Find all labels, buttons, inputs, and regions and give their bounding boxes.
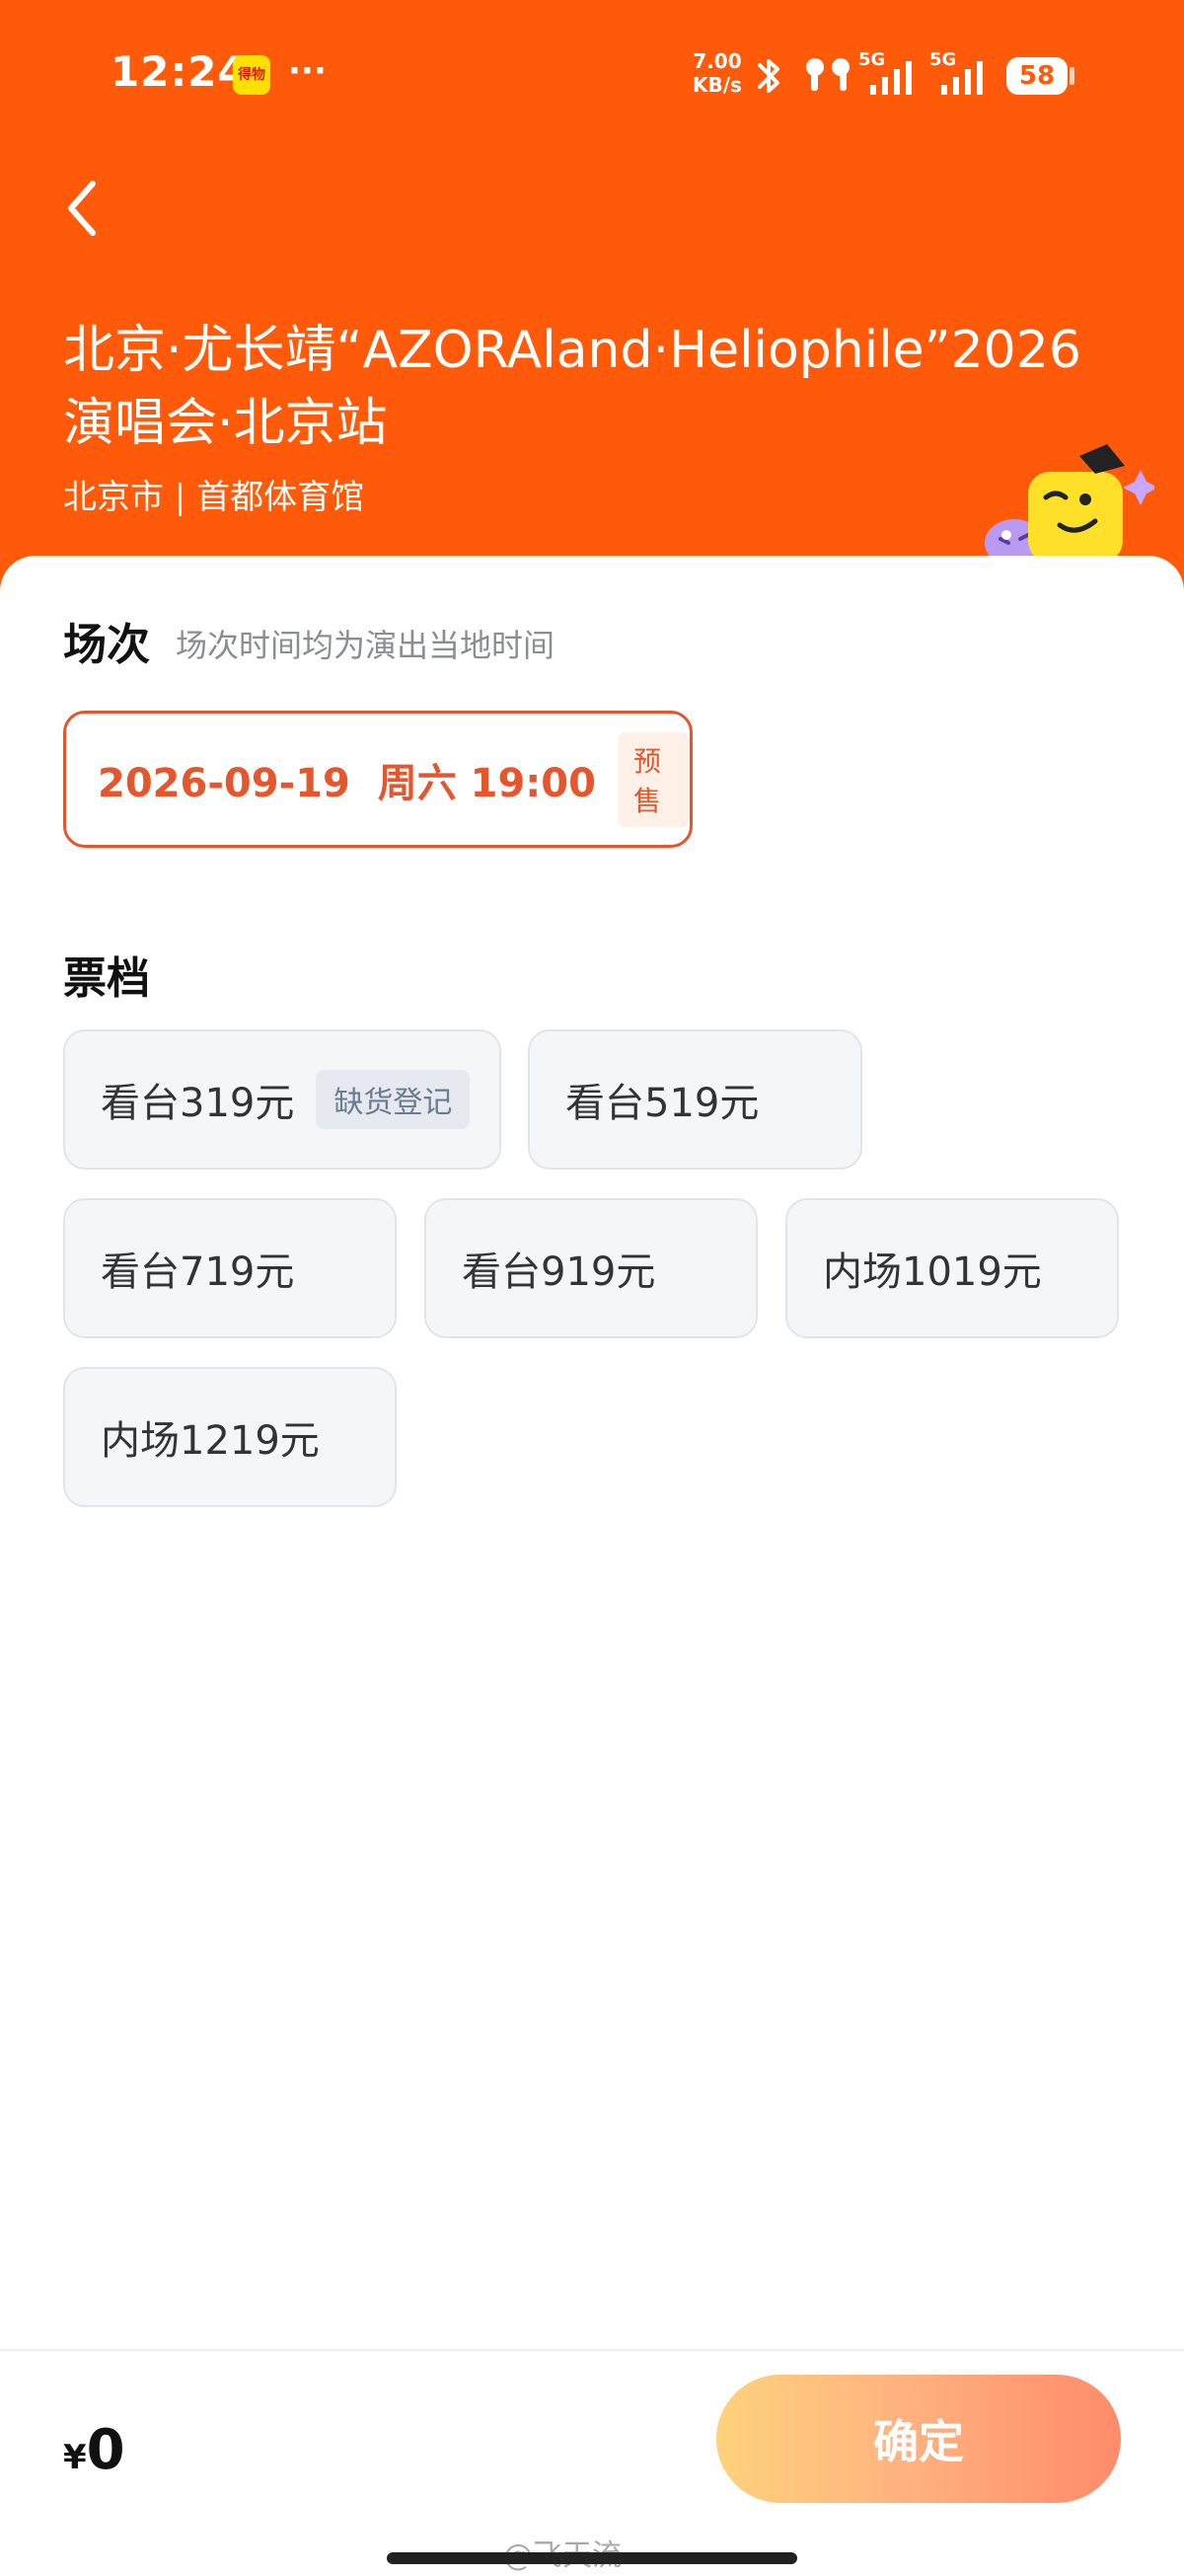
tier-label: 看台319元 [101,1081,295,1126]
mascot-illustration-icon [985,444,1154,563]
tier-label: 内场1219元 [101,1418,320,1464]
currency-symbol: ¥ [63,2438,87,2477]
tier-option-stand-719[interactable]: 看台719元 [63,1198,397,1338]
chevron-left-icon [68,181,96,236]
total-price: ¥0 [63,2418,125,2482]
battery-icon: 58 [1006,57,1068,95]
signal2-label: 5G [929,49,956,70]
price-amount: 0 [86,2418,125,2482]
network-speed-value: 7.00 [693,49,742,73]
back-button[interactable] [59,174,109,243]
session-section-title: 场次 [63,620,150,670]
session-hint: 场次时间均为演出当地时间 [176,627,555,664]
confirm-button[interactable]: 确定 [716,2375,1121,2503]
tier-section-title: 票档 [63,953,150,1004]
network-speed-unit: KB/s [693,73,742,97]
signal-icon-sim1: 5G [858,49,912,95]
tier-option-stand-919[interactable]: 看台919元 [424,1198,758,1338]
tier-option-floor-1019[interactable]: 内场1019元 [785,1198,1119,1338]
tier-label: 看台919元 [462,1250,656,1295]
session-option-selected[interactable]: 2026-09-19 周六 19:00 预售 [63,711,693,848]
home-indicator[interactable] [387,2552,797,2564]
tier-option-stand-519[interactable]: 看台519元 [528,1029,862,1170]
event-title: 北京·尤长靖“AZORAland·Heliophile”2026演唱会·北京站 [63,321,1081,453]
tier-option-stand-319[interactable]: 看台319元 缺货登记 [63,1029,501,1170]
bluetooth-icon [758,59,779,93]
stockout-register-badge: 缺货登记 [316,1070,471,1129]
tier-label: 内场1019元 [823,1250,1042,1295]
app-notification-icon: 得物 [233,55,270,95]
checkout-bar: ¥0 确定 @飞天流 [0,2349,1184,2576]
session-date: 2026-09-19 周六 19:00 [98,760,596,806]
tier-label: 看台719元 [101,1250,295,1295]
earbuds-icon [806,58,850,91]
network-speed: 7.00 KB/s [693,49,742,97]
tier-label: 看台519元 [565,1081,760,1126]
signal-icon-sim2: 5G [929,49,983,95]
event-venue: 北京市 | 首都体育馆 [63,478,365,517]
status-time: 12:24 [111,47,248,96]
presale-badge: 预售 [617,731,690,827]
ticket-selection-sheet: 场次 场次时间均为演出当地时间 2026-09-19 周六 19:00 预售 票… [0,556,1184,2574]
status-bar: 12:24 得物 ··· 7.00 KB/s 5G 5G 58 [0,0,1184,148]
tier-option-floor-1219[interactable]: 内场1219元 [63,1367,397,1507]
signal1-label: 5G [858,49,885,70]
battery-cap [1070,67,1074,85]
more-notifications-icon: ··· [288,51,327,91]
